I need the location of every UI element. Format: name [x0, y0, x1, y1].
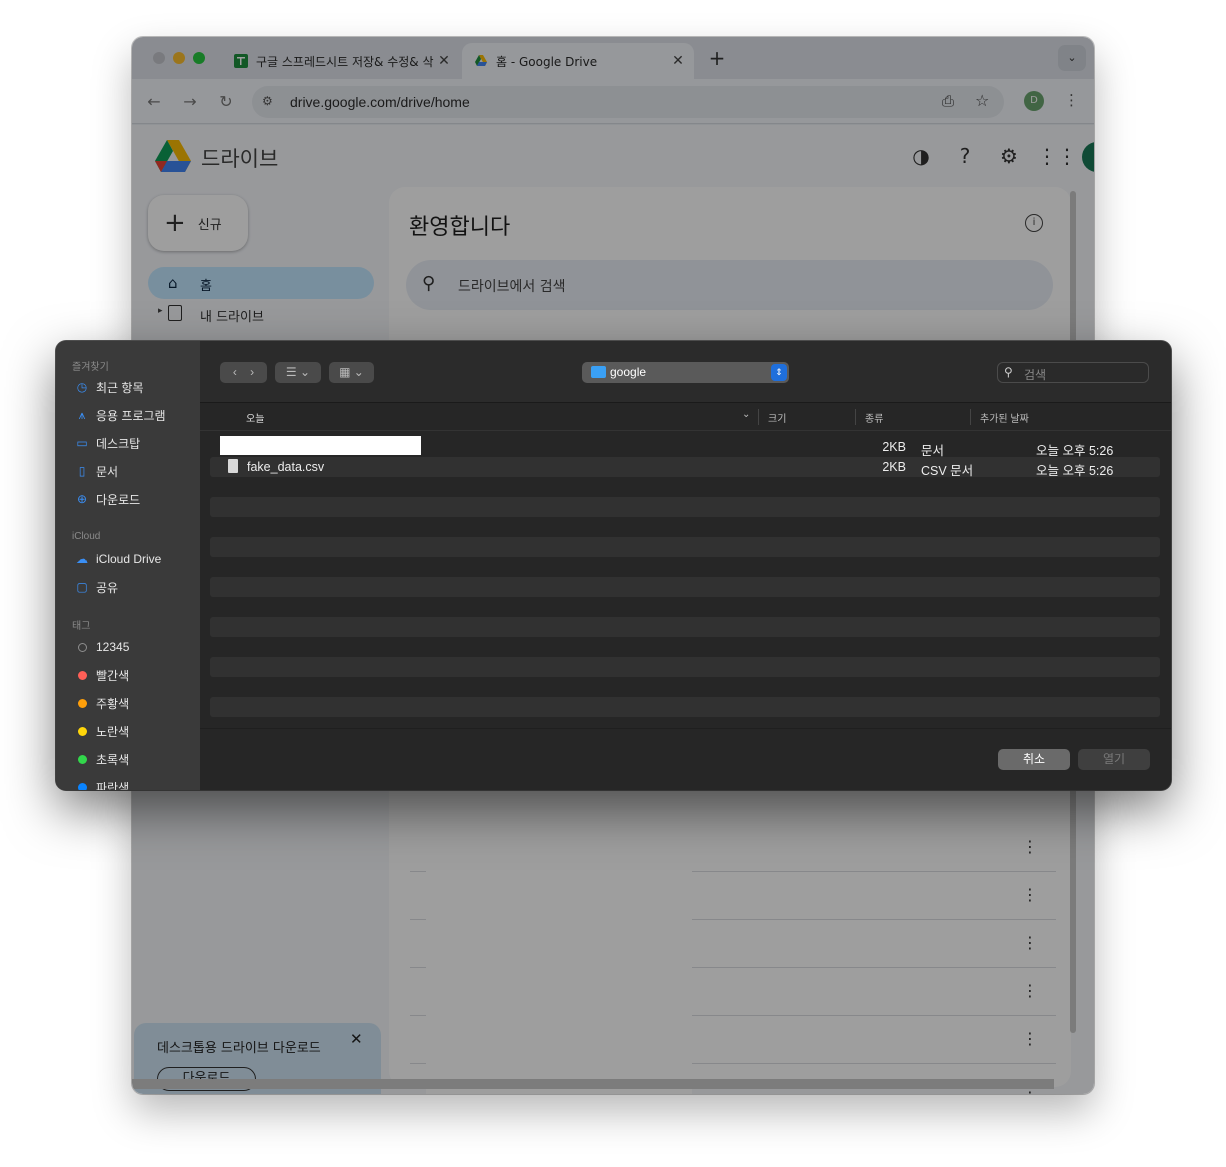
- list-view-icon[interactable]: ☰ ⌄: [275, 362, 321, 383]
- tag-item[interactable]: 빨간색: [74, 666, 129, 684]
- list-stripe: [210, 697, 1160, 717]
- sidebar-item-recents[interactable]: ◷ 최근 항목: [74, 378, 144, 396]
- sidebar-item-label: 다운로드: [96, 492, 141, 507]
- list-stripe: [210, 657, 1160, 677]
- clock-icon: ◷: [76, 380, 88, 394]
- file-size: 2KB: [882, 440, 906, 454]
- icloud-header: iCloud: [72, 531, 101, 542]
- tag-label: 초록색: [96, 752, 130, 767]
- sidebar-item-label: 문서: [96, 464, 119, 479]
- tag-dot: [78, 698, 87, 708]
- sidebar-item-label: 데스크탑: [96, 436, 141, 451]
- cancel-button[interactable]: 취소: [998, 749, 1070, 770]
- sidebar-item-desktop[interactable]: ▭ 데스크탑: [74, 434, 140, 452]
- favorites-header: 즐겨찾기: [72, 362, 109, 373]
- search-icon: ⚲: [1004, 365, 1013, 379]
- popup-stepper-icon: ⇕: [771, 364, 787, 381]
- dialog-search-field[interactable]: ⚲ 검색: [997, 362, 1149, 383]
- search-placeholder: 검색: [1024, 368, 1047, 382]
- file-kind: CSV 문서: [921, 464, 974, 478]
- column-size[interactable]: 크기: [768, 410, 786, 425]
- redacted-filename: [220, 436, 421, 455]
- tag-item[interactable]: 파란색: [74, 778, 129, 790]
- tag-item[interactable]: 주황색: [74, 694, 129, 712]
- file-name: fake_data.csv: [247, 460, 325, 474]
- apps-icon: ⩚: [78, 407, 86, 422]
- folder-icon: [591, 366, 606, 378]
- grid-view-icon[interactable]: ▦ ⌄: [329, 362, 374, 383]
- column-divider: [970, 409, 971, 425]
- tag-item[interactable]: 초록색: [74, 750, 129, 768]
- tag-label: 노란색: [96, 724, 130, 739]
- file-row[interactable]: 2KB 문서 오늘 오후 5:26: [210, 436, 1160, 458]
- column-name[interactable]: 오늘: [246, 410, 264, 425]
- sidebar-item-label: 공유: [96, 580, 119, 595]
- column-date[interactable]: 추가된 날짜: [980, 410, 1029, 425]
- sidebar-item-label: 응용 프로그램: [96, 408, 166, 423]
- cloud-icon: ☁: [76, 552, 88, 566]
- file-date: 오늘 오후 5:26: [1036, 464, 1114, 478]
- list-stripe: [210, 537, 1160, 557]
- sidebar-item-label: 최근 항목: [96, 380, 144, 395]
- list-stripe: [210, 617, 1160, 637]
- sort-chevron-icon[interactable]: ⌄: [742, 409, 750, 420]
- tag-label: 빨간색: [96, 668, 130, 683]
- tag-item[interactable]: 노란색: [74, 722, 129, 740]
- sidebar-item-applications[interactable]: ⩚ 응용 프로그램: [74, 406, 166, 424]
- shared-folder-icon: ▢: [76, 580, 88, 594]
- document-icon: ▯: [78, 464, 86, 478]
- tags-header: 태그: [72, 621, 91, 632]
- list-stripe: [210, 497, 1160, 517]
- file-row[interactable]: fake_data.csv 2KB CSV 문서 오늘 오후 5:26: [210, 457, 1160, 478]
- tag-label: 12345: [96, 640, 130, 654]
- column-kind[interactable]: 종류: [865, 410, 883, 425]
- tag-dot: [78, 782, 87, 790]
- column-header: 오늘 ⌄ 크기 종류 추가된 날짜: [200, 403, 1171, 431]
- tag-label: 주황색: [96, 696, 130, 711]
- open-button[interactable]: 열기: [1078, 749, 1150, 770]
- sidebar-item-label: iCloud Drive: [96, 552, 162, 566]
- tag-dot: [78, 754, 87, 764]
- location-name: google: [610, 365, 647, 379]
- tag-dot: [78, 670, 87, 680]
- location-popup[interactable]: google ⇕: [582, 362, 789, 383]
- tag-item[interactable]: 12345: [74, 638, 129, 656]
- csv-file-icon: [228, 459, 238, 473]
- tag-label: 파란색: [96, 780, 130, 791]
- file-size: 2KB: [882, 460, 906, 474]
- download-icon: ⊕: [76, 492, 88, 506]
- tag-dot: [78, 642, 87, 652]
- file-open-dialog: 즐겨찾기 ◷ 최근 항목 ⩚ 응용 프로그램 ▭ 데스크탑 ▯ 문서 ⊕ 다운로드 iCl…: [56, 341, 1171, 790]
- desktop-icon: ▭: [76, 436, 88, 450]
- list-stripe: [210, 577, 1160, 597]
- column-divider: [855, 409, 856, 425]
- sidebar-item-shared[interactable]: ▢ 공유: [74, 578, 118, 596]
- dialog-sidebar: 즐겨찾기 ◷ 최근 항목 ⩚ 응용 프로그램 ▭ 데스크탑 ▯ 문서 ⊕ 다운로드 iCl…: [56, 341, 200, 790]
- tag-dot: [78, 726, 87, 736]
- sidebar-item-downloads[interactable]: ⊕ 다운로드: [74, 490, 140, 508]
- sidebar-item-icloud-drive[interactable]: ☁ iCloud Drive: [74, 550, 161, 568]
- column-divider: [758, 409, 759, 425]
- sidebar-item-documents[interactable]: ▯ 문서: [74, 462, 118, 480]
- back-forward-buttons[interactable]: ‹ ›: [220, 362, 267, 383]
